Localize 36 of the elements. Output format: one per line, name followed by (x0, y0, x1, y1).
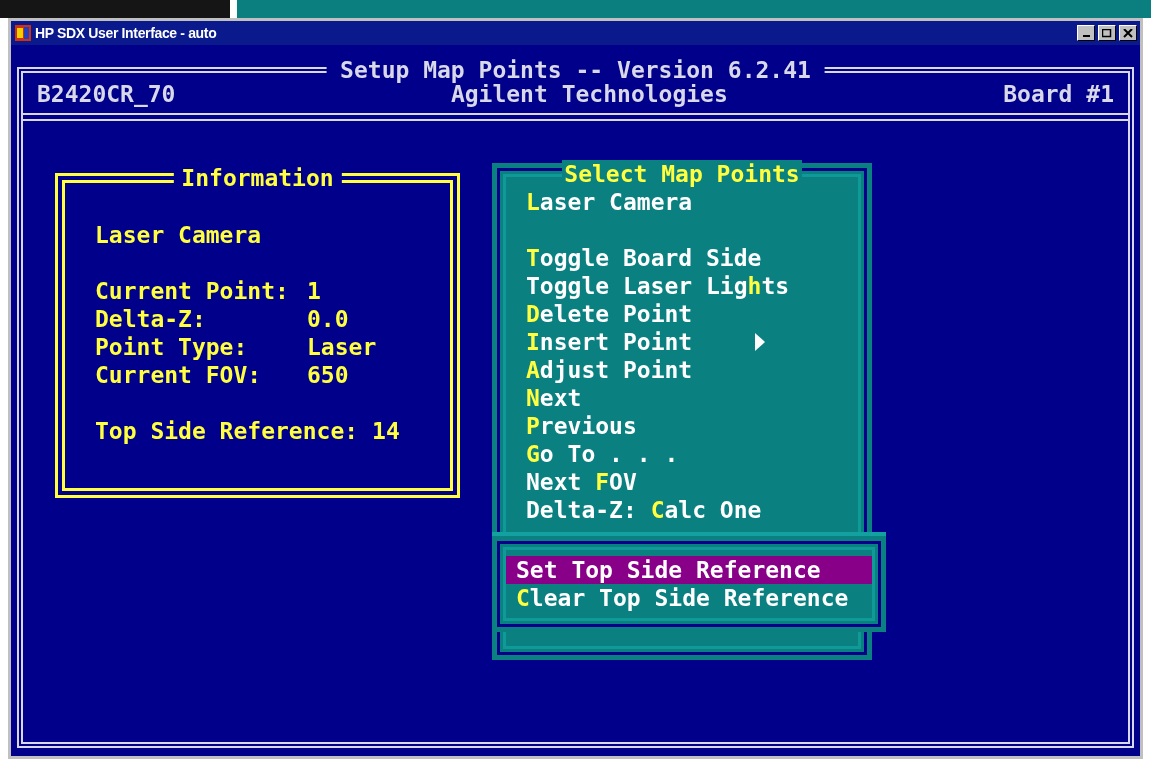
submenu-item[interactable]: Clear Top Side Reference (506, 584, 872, 612)
close-button[interactable] (1119, 25, 1137, 41)
menu-item[interactable]: Insert Point (526, 328, 858, 356)
field-label: Delta-Z: (95, 305, 207, 333)
menu-item[interactable]: Previous (526, 412, 858, 440)
field-label: Top Side Reference: (95, 417, 359, 445)
menu-item[interactable]: Next FOV (526, 468, 858, 496)
field-value: 650 (307, 361, 349, 389)
menu-item[interactable]: Next (526, 384, 858, 412)
maximize-button[interactable] (1098, 25, 1116, 41)
menu-item[interactable]: Adjust Point (526, 356, 858, 384)
field-value: Laser (307, 333, 377, 361)
field-value: 14 (372, 417, 400, 445)
maximize-icon (1102, 28, 1112, 38)
menu-item[interactable]: Go To . . . (526, 440, 858, 468)
menu-item[interactable]: Toggle Board Side (526, 244, 858, 272)
menu-item[interactable]: Delta-Z: Calc One (526, 496, 858, 524)
field-label: Current FOV: (95, 361, 263, 389)
menu-title: Select Map Points (562, 160, 802, 188)
menu-item[interactable]: Delete Point (526, 300, 858, 328)
screen-title: Setup Map Points -- Version 6.2.41 (326, 56, 825, 84)
menu-item[interactable]: Laser Camera (526, 188, 858, 216)
minimize-button[interactable] (1077, 25, 1095, 41)
app-icon (14, 24, 32, 42)
window-title: HP SDX User Interface - auto (35, 23, 217, 43)
camera-label: Laser Camera (95, 221, 263, 249)
board-id: B2420CR_70 (37, 80, 176, 108)
submenu-item[interactable]: Set Top Side Reference (506, 556, 872, 584)
board-number: Board #1 (1003, 80, 1114, 108)
field-label: Point Type: (95, 333, 249, 361)
field-value: 1 (307, 277, 321, 305)
close-icon (1123, 28, 1133, 38)
minimize-icon (1082, 35, 1090, 37)
field-label: Current Point: (95, 277, 290, 305)
field-value: 0.0 (307, 305, 349, 333)
menu-item[interactable]: Toggle Laser Lights (526, 272, 858, 300)
